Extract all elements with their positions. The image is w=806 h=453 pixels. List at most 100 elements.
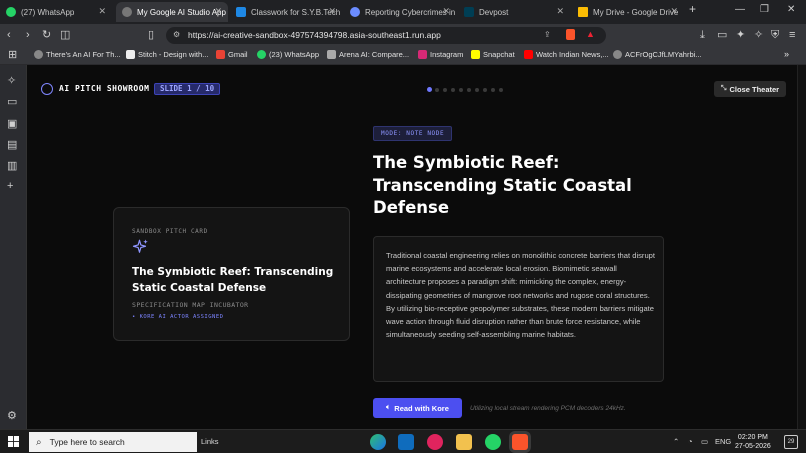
slide-dot[interactable] (443, 88, 447, 92)
snapchat-icon (471, 50, 480, 59)
back-icon[interactable]: ‹ (7, 29, 11, 41)
page-scrollbar[interactable] (797, 65, 806, 429)
minimize-icon[interactable]: — (735, 4, 745, 15)
history-icon[interactable]: ▥ (7, 159, 17, 172)
windows-start-icon[interactable] (8, 436, 19, 447)
bookmarks-bar: ⊞ There's An AI For Th... Stitch - Desig… (0, 46, 806, 65)
media-player-icon[interactable] (427, 434, 443, 450)
whatsapp-icon[interactable] (485, 434, 501, 450)
logo-icon (41, 83, 53, 95)
bookmark-item[interactable]: Stitch - Design with... (126, 50, 208, 59)
close-tab-icon[interactable]: ✕ (328, 6, 336, 17)
wallet-icon[interactable]: ▭ (717, 29, 727, 41)
bookmarks-icon[interactable]: ▤ (7, 138, 17, 151)
sidebar-toggle-icon[interactable]: ◫ (60, 29, 70, 41)
new-tab-button[interactable]: + (689, 2, 696, 16)
window-close-icon[interactable]: ✕ (787, 4, 795, 15)
slide-dot[interactable] (483, 88, 487, 92)
bookmarks-overflow-button[interactable]: » (784, 49, 789, 59)
stitch-icon (126, 50, 135, 59)
language-indicator[interactable]: ENG (715, 437, 731, 446)
links-toolbar[interactable]: Links (201, 437, 219, 446)
close-tab-icon[interactable]: ✕ (556, 6, 564, 17)
network-icon[interactable]: ◔ (688, 437, 693, 446)
edge-icon[interactable] (370, 434, 386, 450)
close-tab-icon[interactable]: ✕ (214, 6, 222, 17)
add-panel-icon[interactable]: + (7, 180, 13, 192)
tab-whatsapp[interactable]: (27) WhatsApp ✕ (0, 2, 112, 22)
battery-icon[interactable]: ▭ (701, 437, 708, 446)
close-tab-icon[interactable]: ✕ (442, 6, 450, 17)
bookmark-item[interactable]: ACFrOgCJfLMYahrbi... (613, 50, 702, 59)
taskbar-search[interactable]: ⌕ Type here to search (29, 432, 197, 452)
tray-chevron-icon[interactable]: ⌃ (673, 437, 679, 446)
slide-body-text: Traditional coastal engineering relies o… (386, 251, 656, 340)
share-icon[interactable]: ⇪ (544, 30, 551, 39)
slide-dot[interactable] (499, 88, 503, 92)
file-explorer-icon[interactable] (456, 434, 472, 450)
tab-label: My Google AI Studio App (137, 7, 226, 17)
bookmark-item[interactable]: There's An AI For Th... (34, 50, 121, 59)
reload-icon[interactable]: ↻ (42, 29, 51, 41)
bookmark-item[interactable]: Instagram (418, 50, 463, 59)
bookmark-icon[interactable]: ▯ (148, 29, 154, 41)
settings-icon[interactable]: ⚙ (7, 409, 17, 422)
browser-sidebar: ✧ ▭ ▣ ▤ ▥ + ⚙ (0, 65, 26, 429)
leo-icon[interactable]: ✧ (754, 29, 763, 41)
extensions-icon[interactable]: ✦ (736, 29, 745, 41)
slide-dot[interactable] (427, 87, 432, 92)
card-actor-label: • KORE AI ACTOR ASSIGNED (132, 314, 224, 320)
slide-counter: SLIDE 1 / 10 (154, 83, 221, 95)
close-tab-icon[interactable]: ✕ (670, 6, 678, 17)
close-tab-icon[interactable]: ✕ (98, 6, 106, 17)
site-info-icon[interactable]: ⚙ (173, 30, 180, 39)
bookmark-item[interactable]: Watch Indian News,... (524, 50, 609, 59)
slide-dot[interactable] (491, 88, 495, 92)
slide-dot[interactable] (467, 88, 471, 92)
tab-classwork[interactable]: Classwork for S.Y.B.Tech (E ✕ (230, 2, 342, 22)
browser-toolbar: ‹ › ↻ ◫ ▯ ⚙ https://ai-creative-sandbox-… (0, 24, 806, 46)
slide-dot[interactable] (435, 88, 439, 92)
restore-icon[interactable]: ❐ (760, 4, 769, 15)
globe-icon (34, 50, 43, 59)
clock-time: 02:20 PM (737, 434, 768, 441)
apps-grid-icon[interactable]: ⊞ (8, 49, 17, 61)
outlook-icon[interactable] (398, 434, 414, 450)
bookmark-item[interactable]: Gmail (216, 50, 248, 59)
brave-rewards-icon[interactable]: ▲ (586, 29, 595, 39)
vpn-icon[interactable]: ⛨ (771, 29, 779, 41)
card-kicker: SANDBOX PITCH CARD (132, 228, 208, 235)
youtube-icon (524, 50, 533, 59)
app-header: AI PITCH SHOWROOM SLIDE 1 / 10 ⤡ Close T… (27, 65, 806, 113)
tab-cybercrimes[interactable]: Reporting Cybercrimes in I ✕ (344, 2, 456, 22)
slide-dot[interactable] (451, 88, 455, 92)
reading-list-icon[interactable]: ▭ (7, 95, 17, 108)
search-icon: ⌕ (36, 436, 42, 448)
tab-drive[interactable]: My Drive - Google Drive ✕ (572, 2, 684, 22)
notifications-badge[interactable]: 29 (784, 435, 798, 449)
arena-icon (327, 50, 336, 59)
wallet-icon[interactable]: ▣ (7, 117, 17, 130)
clock[interactable]: 02:20 PM 27-05-2026 (735, 433, 771, 451)
clock-date: 27-05-2026 (735, 443, 771, 450)
menu-icon[interactable]: ≡ (789, 29, 795, 41)
brave-shields-icon[interactable] (566, 29, 575, 40)
slide-dot[interactable] (475, 88, 479, 92)
tab-devpost[interactable]: Devpost ✕ (458, 2, 570, 22)
speaker-icon: 🔈︎ (386, 404, 391, 411)
read-with-kore-button[interactable]: 🔈︎ Read with Kore (373, 398, 462, 418)
pitch-card[interactable]: SANDBOX PITCH CARD The Symbiotic Reef: T… (113, 207, 350, 341)
leo-ai-icon[interactable]: ✧ (7, 74, 16, 87)
bookmark-item[interactable]: (23) WhatsApp (257, 50, 319, 59)
slide-dot[interactable] (459, 88, 463, 92)
close-theater-button[interactable]: ⤡ Close Theater (714, 81, 786, 97)
brave-icon[interactable] (512, 434, 528, 450)
bookmark-item[interactable]: Arena AI: Compare... (327, 50, 409, 59)
download-icon[interactable]: ⤓ (700, 29, 705, 41)
whatsapp-icon (257, 50, 266, 59)
address-bar[interactable]: ⚙ https://ai-creative-sandbox-4975743947… (166, 27, 606, 44)
forward-icon[interactable]: › (26, 29, 30, 41)
bookmark-item[interactable]: Snapchat (471, 50, 515, 59)
url-text[interactable]: https://ai-creative-sandbox-497574394798… (188, 30, 441, 40)
tab-ai-studio[interactable]: My Google AI Studio App ✕ (116, 2, 228, 22)
